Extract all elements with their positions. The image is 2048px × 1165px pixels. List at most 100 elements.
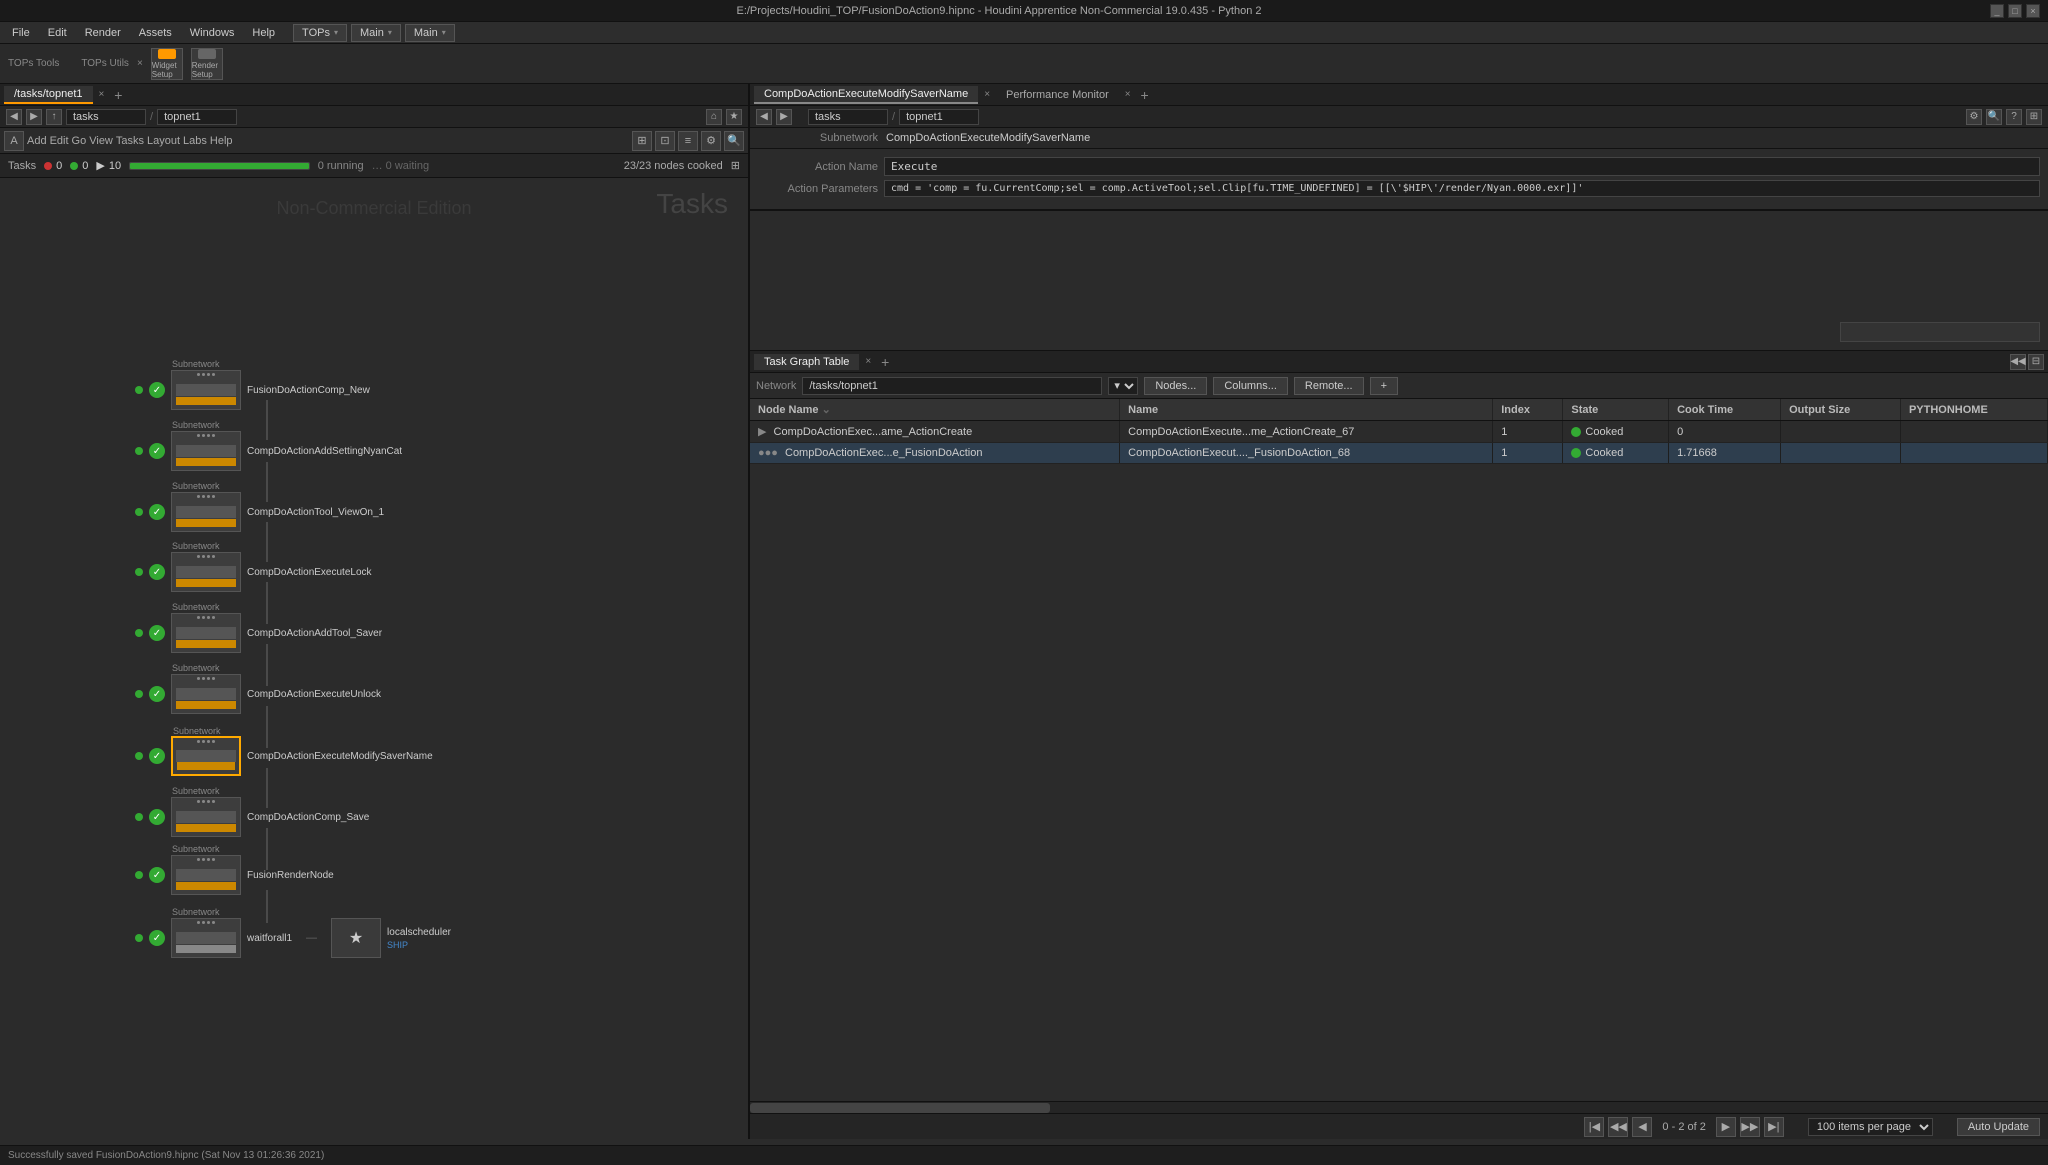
col-cook-time[interactable]: Cook Time	[1669, 399, 1781, 421]
tab-performance[interactable]: Performance Monitor	[996, 87, 1119, 103]
net-frame-btn[interactable]: ⊡	[655, 131, 675, 151]
menu-edit[interactable]: Edit	[40, 25, 75, 41]
col-index[interactable]: Index	[1493, 399, 1563, 421]
col-node-name[interactable]: Node Name ⌄	[750, 399, 1120, 421]
tg-path-dropdown[interactable]: ▾	[1108, 377, 1138, 395]
minimize-button[interactable]: _	[1990, 4, 2004, 18]
pg-last-btn[interactable]: ▶|	[1764, 1117, 1784, 1137]
col-output-size[interactable]: Output Size	[1781, 399, 1901, 421]
right-nav-help[interactable]: ?	[2006, 109, 2022, 125]
net-add-btn[interactable]: A	[4, 131, 24, 151]
net-tool-view[interactable]: View	[89, 135, 113, 147]
net-tool-labs[interactable]: Labs	[183, 135, 207, 147]
node-box-3[interactable]: Subnetwork	[171, 492, 241, 532]
node-comp-save[interactable]: ✓ Subnetwork CompDoActionComp_Save	[135, 797, 369, 837]
pg-prev-btn[interactable]: ◀	[1632, 1117, 1652, 1137]
breadcrumb-back[interactable]: ◀	[6, 109, 22, 125]
breadcrumb-home[interactable]: ⌂	[706, 109, 722, 125]
tg-remote-btn[interactable]: Remote...	[1294, 377, 1364, 395]
tab-topnet1[interactable]: /tasks/topnet1	[4, 86, 93, 104]
net-tool-tasks[interactable]: Tasks	[116, 135, 144, 147]
scheduler-box2[interactable]: ★	[331, 918, 381, 958]
scheduler-box1[interactable]: Subnetwork	[171, 918, 241, 958]
right-nav-topnet1[interactable]: topnet1	[899, 109, 979, 125]
tg-columns-btn[interactable]: Columns...	[1213, 377, 1288, 395]
tab-close-performance[interactable]: ×	[1121, 89, 1135, 100]
menu-render[interactable]: Render	[77, 25, 129, 41]
net-tool-go[interactable]: Go	[72, 135, 87, 147]
pg-next-many-btn[interactable]: ▶▶	[1740, 1117, 1760, 1137]
node-box-9[interactable]: Subnetwork	[171, 855, 241, 895]
net-snap-btn[interactable]: ⊞	[632, 131, 652, 151]
right-nav-forward[interactable]: ▶	[776, 109, 792, 125]
menu-windows[interactable]: Windows	[182, 25, 243, 41]
node-execute-unlock[interactable]: ✓ Subnetwork CompDoActionExecuteUnlock	[135, 674, 381, 714]
net-tool-help[interactable]: Help	[210, 135, 233, 147]
tg-tab-close[interactable]: ×	[861, 356, 875, 367]
net-tool-edit[interactable]: Edit	[50, 135, 69, 147]
right-nav-gear[interactable]: ⚙	[1966, 109, 1982, 125]
action-name-value[interactable]: Execute	[884, 157, 2040, 176]
pg-prev-many-btn[interactable]: ◀◀	[1608, 1117, 1628, 1137]
node-box-6[interactable]: Subnetwork	[171, 674, 241, 714]
close-button[interactable]: ×	[2026, 4, 2040, 18]
main-dropdown[interactable]: Main ▾	[351, 24, 401, 42]
breadcrumb-forward[interactable]: ▶	[26, 109, 42, 125]
right-nav-tasks[interactable]: tasks	[808, 109, 888, 125]
net-grid-btn[interactable]: ⚙	[701, 131, 721, 151]
tg-tab-table[interactable]: Task Graph Table	[754, 354, 859, 370]
network-canvas[interactable]: Non-Commercial Edition Tasks ✓	[0, 178, 748, 1139]
node-box-7[interactable]: Subnetwork	[171, 736, 241, 776]
table-row[interactable]: ▶ CompDoActionExec...ame_ActionCreate Co…	[750, 421, 2048, 443]
add-tab-button-right[interactable]: +	[1137, 87, 1153, 103]
node-box-4[interactable]: Subnetwork	[171, 552, 241, 592]
node-addtool-saver[interactable]: ✓ Subnetwork CompDoActionAddTool_Saver	[135, 613, 382, 653]
grid-icon[interactable]: ⊞	[731, 159, 740, 172]
net-tree-btn[interactable]: ≡	[678, 131, 698, 151]
node-box-5[interactable]: Subnetwork	[171, 613, 241, 653]
render-setup-button[interactable]: Render Setup	[191, 48, 223, 80]
auto-update-btn[interactable]: Auto Update	[1957, 1118, 2040, 1136]
menu-file[interactable]: File	[4, 25, 38, 41]
table-row[interactable]: ●●● CompDoActionExec...e_FusionDoAction …	[750, 443, 2048, 464]
node-modify-saver-name[interactable]: ✓ Subnetwork CompDoActionExecuteModifySa…	[135, 736, 433, 776]
pg-next-btn[interactable]: ▶	[1716, 1117, 1736, 1137]
pg-first-btn[interactable]: |◀	[1584, 1117, 1604, 1137]
tab-close-modify-saver[interactable]: ×	[980, 89, 994, 100]
tops-dropdown[interactable]: TOPs ▾	[293, 24, 347, 42]
pg-items-select[interactable]: 100 items per page	[1808, 1118, 1933, 1136]
col-pythonhome[interactable]: PYTHONHOME	[1900, 399, 2047, 421]
node-fusioncomp-new[interactable]: ✓ Subnetwork FusionDoActionComp_New	[135, 370, 370, 410]
node-execute-lock[interactable]: ✓ Subnetwork CompDoActionExecuteLock	[135, 552, 372, 592]
breadcrumb-bookmark[interactable]: ★	[726, 109, 742, 125]
right-nav-back[interactable]: ◀	[756, 109, 772, 125]
net-zoom-btn[interactable]: 🔍	[724, 131, 744, 151]
action-params-value[interactable]: cmd = 'comp = fu.CurrentComp;sel = comp.…	[884, 180, 2040, 197]
tg-scrollbar-thumb[interactable]	[750, 1103, 1050, 1113]
main-dropdown2[interactable]: Main ▾	[405, 24, 455, 42]
col-state[interactable]: State	[1563, 399, 1669, 421]
breadcrumb-topnet1[interactable]: topnet1	[157, 109, 237, 125]
breadcrumb-up[interactable]: ↑	[46, 109, 62, 125]
add-tab-button-left[interactable]: +	[110, 87, 126, 103]
tg-add-btn[interactable]: +	[1370, 377, 1398, 395]
tg-tab-icon1[interactable]: ◀◀	[2010, 354, 2026, 370]
node-fusion-render[interactable]: ✓ Subnetwork FusionRenderNode	[135, 855, 334, 895]
node-box-1[interactable]: Subnetwork	[171, 370, 241, 410]
tg-nodes-btn[interactable]: Nodes...	[1144, 377, 1207, 395]
tg-network-path[interactable]	[802, 377, 1102, 395]
menu-help[interactable]: Help	[244, 25, 283, 41]
widget-setup-button[interactable]: Widget Setup	[151, 48, 183, 80]
tab-modify-saver[interactable]: CompDoActionExecuteModifySaverName	[754, 86, 978, 104]
menu-assets[interactable]: Assets	[131, 25, 180, 41]
right-nav-search[interactable]: 🔍	[1986, 109, 2002, 125]
node-tool-viewon[interactable]: ✓ Subnetwork CompDoActionTool_ViewOn_1	[135, 492, 384, 532]
net-tool-layout[interactable]: Layout	[147, 135, 180, 147]
node-box-8[interactable]: Subnetwork	[171, 797, 241, 837]
tab-close-topnet1[interactable]: ×	[95, 89, 109, 100]
node-box-2[interactable]: Subnetwork	[171, 431, 241, 471]
node-addset-nyancat[interactable]: ✓ Subnetwork CompDoActionAddSettingNyanC…	[135, 431, 402, 471]
tg-scrollbar[interactable]	[750, 1101, 2048, 1113]
right-nav-grid[interactable]: ⊞	[2026, 109, 2042, 125]
maximize-button[interactable]: □	[2008, 4, 2022, 18]
